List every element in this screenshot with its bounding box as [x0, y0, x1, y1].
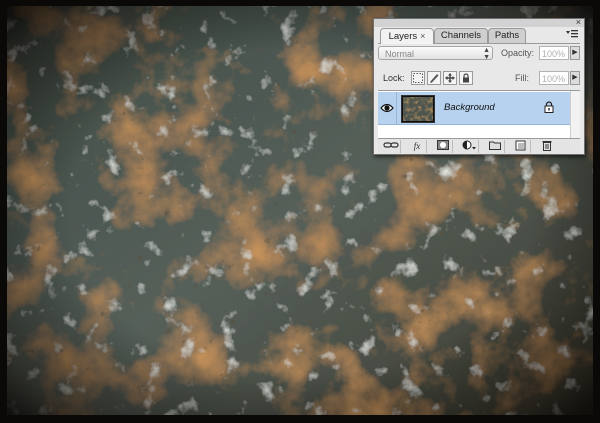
layers-scrollbar[interactable]	[570, 91, 580, 139]
layer-row-background[interactable]: Background	[378, 92, 570, 125]
lock-position-icon[interactable]	[443, 71, 457, 85]
link-layers-icon[interactable]	[382, 140, 401, 153]
fill-slider-arrow-icon[interactable]: ▶	[570, 71, 580, 85]
tab-label: Channels	[440, 30, 482, 41]
tab-channels[interactable]: Channels	[434, 28, 488, 43]
opacity-slider-arrow-icon[interactable]: ▶	[570, 46, 580, 60]
tab-layers[interactable]: Layers ×	[380, 28, 434, 44]
lock-all-icon[interactable]	[459, 71, 473, 85]
layers-bottom-bar: fx	[378, 138, 580, 154]
new-group-icon[interactable]	[486, 140, 505, 153]
lock-image-pixels-icon[interactable]	[427, 71, 441, 85]
layer-name[interactable]: Background	[444, 102, 495, 113]
new-adjustment-layer-icon[interactable]	[460, 140, 479, 153]
delete-layer-icon[interactable]	[538, 140, 556, 153]
close-icon[interactable]: ×	[576, 17, 581, 27]
add-layer-mask-icon[interactable]	[434, 140, 453, 153]
panel-menu-icon[interactable]	[566, 29, 578, 39]
layer-lock-icon	[544, 101, 554, 113]
tab-label: Paths	[494, 30, 520, 41]
lock-transparent-pixels-icon[interactable]	[411, 71, 425, 85]
new-layer-icon[interactable]	[512, 140, 531, 153]
add-layer-style-icon[interactable]: fx	[408, 140, 427, 153]
fill-field[interactable]: 100%	[539, 71, 569, 85]
blend-row: Normal ▲ ▼ Opacity: 100% ▶	[378, 46, 580, 62]
eye-icon[interactable]	[378, 92, 397, 124]
blend-mode-value: Normal	[385, 49, 415, 59]
lock-label: Lock:	[383, 73, 405, 83]
layers-panel: × Layers × Channels Paths Normal ▲ ▼ Opaci…	[373, 17, 585, 155]
panel-titlebar[interactable]: ×	[374, 17, 584, 27]
close-tab-icon[interactable]: ×	[420, 31, 425, 41]
layers-list: Background	[378, 90, 580, 139]
stepper-arrows-icon: ▲ ▼	[483, 47, 490, 61]
opacity-label: Opacity:	[501, 48, 535, 58]
lock-row: Lock: Fill: 100% ▶	[378, 70, 580, 86]
tab-label: Layers	[388, 31, 418, 42]
fill-label: Fill:	[515, 73, 529, 83]
panel-tab-bar: Layers × Channels Paths	[378, 27, 580, 44]
blend-mode-select[interactable]: Normal ▲ ▼	[378, 46, 493, 61]
tab-paths[interactable]: Paths	[488, 28, 526, 43]
opacity-field[interactable]: 100%	[539, 46, 569, 60]
layer-thumbnail[interactable]	[401, 95, 435, 123]
